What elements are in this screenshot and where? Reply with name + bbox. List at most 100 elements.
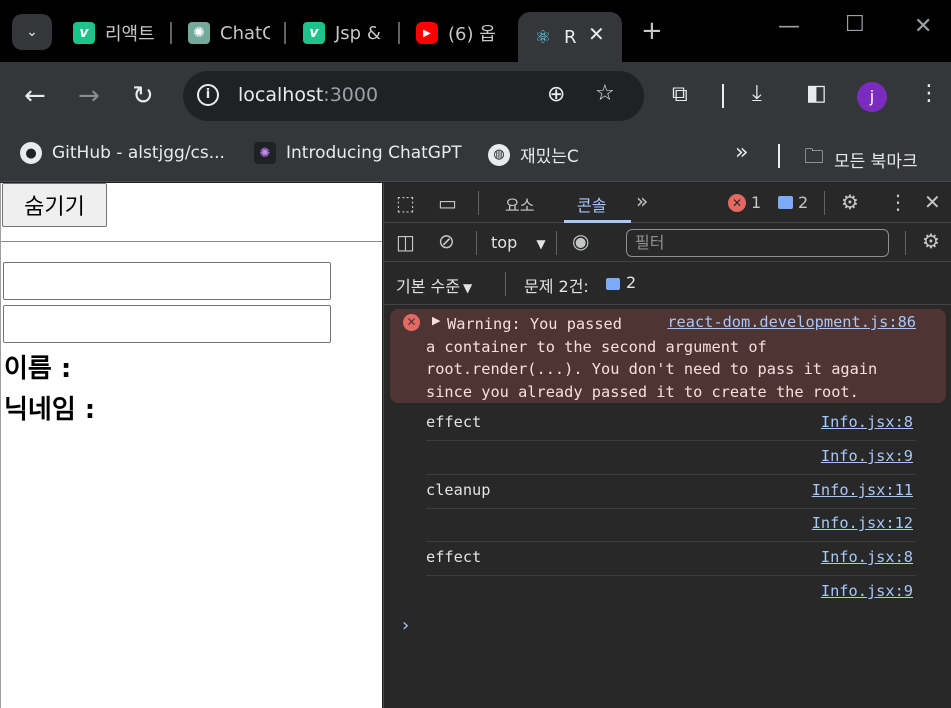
minimize-icon[interactable]: —: [778, 14, 800, 39]
zoom-icon[interactable]: ⊕: [547, 82, 565, 107]
tab-separator: [170, 22, 172, 44]
log-row: cleanup Info.jsx:11: [426, 475, 916, 509]
log-source-link[interactable]: Info.jsx:9: [821, 447, 913, 465]
log-source-link[interactable]: Info.jsx:11: [812, 481, 913, 499]
device-toolbar-icon[interactable]: ▭: [438, 191, 457, 215]
chatgpt-icon: ✺: [188, 22, 210, 44]
bookmark-c[interactable]: ◍ 재밌는C: [488, 142, 579, 167]
sidebar-toggle-icon[interactable]: ◫: [396, 230, 415, 254]
separator: [505, 272, 506, 296]
tab-strip: ⌄ v 리액트 ✺ ChatG v Jsp & ▶ (6) 옵 ⚛ R ✕ + …: [0, 0, 951, 62]
console-levels-bar: 기본 수준 ▼ 문제 2건: 2: [384, 263, 951, 305]
address-bar[interactable]: i localhost:3000 ⊕ ☆: [183, 71, 644, 121]
log-source-link[interactable]: Info.jsx:8: [821, 413, 913, 431]
bookmark-label: GitHub - alstjgg/cs...: [52, 143, 225, 163]
active-tab-indicator: [564, 220, 631, 223]
clear-console-icon[interactable]: ⊘: [438, 229, 455, 253]
bookmark-star-icon[interactable]: ☆: [595, 81, 615, 106]
side-panel-icon[interactable]: ◧: [806, 81, 827, 106]
bookmark-separator: [778, 144, 780, 168]
tab-console[interactable]: 콘솔: [577, 192, 606, 216]
page-viewport: 숨기기 이름 : 닉네임 :: [0, 183, 382, 708]
more-tabs-button[interactable]: »: [636, 189, 648, 213]
error-icon: ✕: [403, 314, 420, 331]
info-icon[interactable]: i: [197, 84, 219, 106]
levels-dropdown[interactable]: 기본 수준 ▼: [396, 273, 472, 297]
log-row: effect Info.jsx:8: [426, 542, 916, 576]
bookmark-chatgpt[interactable]: ✺ Introducing ChatGPT: [254, 142, 462, 164]
divider: [1, 241, 382, 242]
tab-3[interactable]: v Jsp &: [303, 14, 385, 52]
log-text: cleanup: [426, 481, 491, 499]
console-settings-icon[interactable]: ⚙: [922, 229, 940, 253]
devtools-tabbar: ⬚ ▭ 요소 콘솔 » ✕ 1 2 ⚙ ⋮ ✕: [384, 183, 951, 223]
bookmarks-bar: ● GitHub - alstjgg/cs... ✺ Introducing C…: [0, 130, 951, 182]
new-tab-button[interactable]: +: [641, 16, 663, 46]
inspect-element-icon[interactable]: ⬚: [396, 191, 415, 215]
all-bookmarks-button[interactable]: 🗀 모든 북마크: [804, 142, 918, 176]
reload-icon[interactable]: ↻: [132, 80, 154, 112]
youtube-icon: ▶: [416, 22, 438, 44]
hide-button[interactable]: 숨기기: [2, 183, 107, 227]
back-arrow-icon[interactable]: ←: [24, 80, 46, 112]
context-selector[interactable]: top ▼: [491, 233, 546, 252]
separator: [478, 191, 479, 215]
close-devtools-icon[interactable]: ✕: [924, 190, 941, 214]
separator: [556, 231, 557, 255]
tab-4[interactable]: ▶ (6) 옵: [416, 14, 498, 52]
devtools-panel: ⬚ ▭ 요소 콘솔 » ✕ 1 2 ⚙ ⋮ ✕ ◫ ⊘ top ▼ ◉ 필터 ⚙: [383, 183, 951, 708]
log-text: effect: [426, 548, 482, 566]
tab-label: Jsp &: [335, 22, 381, 44]
name-input[interactable]: [3, 262, 331, 300]
download-icon[interactable]: ⤓: [752, 81, 762, 106]
tab-5-active[interactable]: ⚛ R ✕: [518, 12, 622, 62]
devtools-menu-icon[interactable]: ⋮: [888, 190, 908, 214]
message-icon[interactable]: [778, 196, 793, 209]
filter-input[interactable]: 필터: [626, 229, 889, 257]
nickname-heading: 닉네임 :: [4, 395, 96, 425]
eye-icon[interactable]: ◉: [572, 229, 589, 253]
forward-arrow-icon[interactable]: →: [78, 80, 100, 112]
bookmark-label: Introducing ChatGPT: [286, 143, 462, 163]
close-tab-icon[interactable]: ✕: [588, 22, 605, 46]
github-icon: ●: [20, 142, 42, 164]
profile-avatar[interactable]: j: [857, 82, 887, 112]
issues-icon: [606, 278, 620, 290]
bookmark-github[interactable]: ● GitHub - alstjgg/cs...: [20, 142, 225, 164]
tab-label: (6) 옵: [448, 24, 496, 45]
settings-gear-icon[interactable]: ⚙: [841, 190, 859, 214]
console-prompt[interactable]: ›: [400, 615, 411, 636]
log-source-link[interactable]: Info.jsx:9: [821, 582, 913, 600]
tab-separator: [398, 22, 400, 44]
console-toolbar: ◫ ⊘ top ▼ ◉ 필터 ⚙: [384, 224, 951, 262]
menu-kebab-icon[interactable]: ⋮: [918, 81, 940, 106]
tab-label: R: [564, 26, 577, 48]
url-text: localhost:3000: [238, 84, 379, 106]
folder-icon: 🗀: [804, 144, 824, 168]
extensions-icon[interactable]: ⧉: [672, 82, 688, 107]
separator: [905, 231, 906, 255]
log-source-link[interactable]: Info.jsx:8: [821, 548, 913, 566]
error-count: 1: [751, 193, 762, 212]
tab-search-button[interactable]: ⌄: [12, 14, 52, 50]
tab-1[interactable]: v 리액트: [73, 14, 163, 52]
dropdown-arrow-icon: ▼: [536, 237, 546, 251]
tab-2[interactable]: ✺ ChatG: [188, 14, 270, 52]
separator: [476, 231, 477, 255]
tab-label: ChatG: [220, 22, 270, 44]
more-bookmarks-button[interactable]: »: [735, 140, 748, 165]
nickname-input[interactable]: [3, 305, 331, 343]
warning-source-link[interactable]: react-dom.development.js:86: [667, 313, 916, 331]
issues-label[interactable]: 문제 2건:: [524, 273, 589, 297]
v-icon: v: [73, 22, 95, 44]
chatgpt-icon: ✺: [254, 142, 276, 164]
close-window-icon[interactable]: ✕: [914, 14, 932, 39]
log-source-link[interactable]: Info.jsx:12: [812, 514, 913, 532]
name-heading: 이름 :: [4, 354, 72, 384]
error-icon[interactable]: ✕: [728, 194, 746, 212]
maximize-icon[interactable]: ☐: [845, 12, 865, 37]
tab-elements[interactable]: 요소: [505, 192, 534, 216]
all-bookmarks-label: 모든 북마크: [834, 151, 918, 172]
chevron-down-icon: ⌄: [26, 24, 38, 40]
log-row: Info.jsx:12: [426, 508, 916, 542]
